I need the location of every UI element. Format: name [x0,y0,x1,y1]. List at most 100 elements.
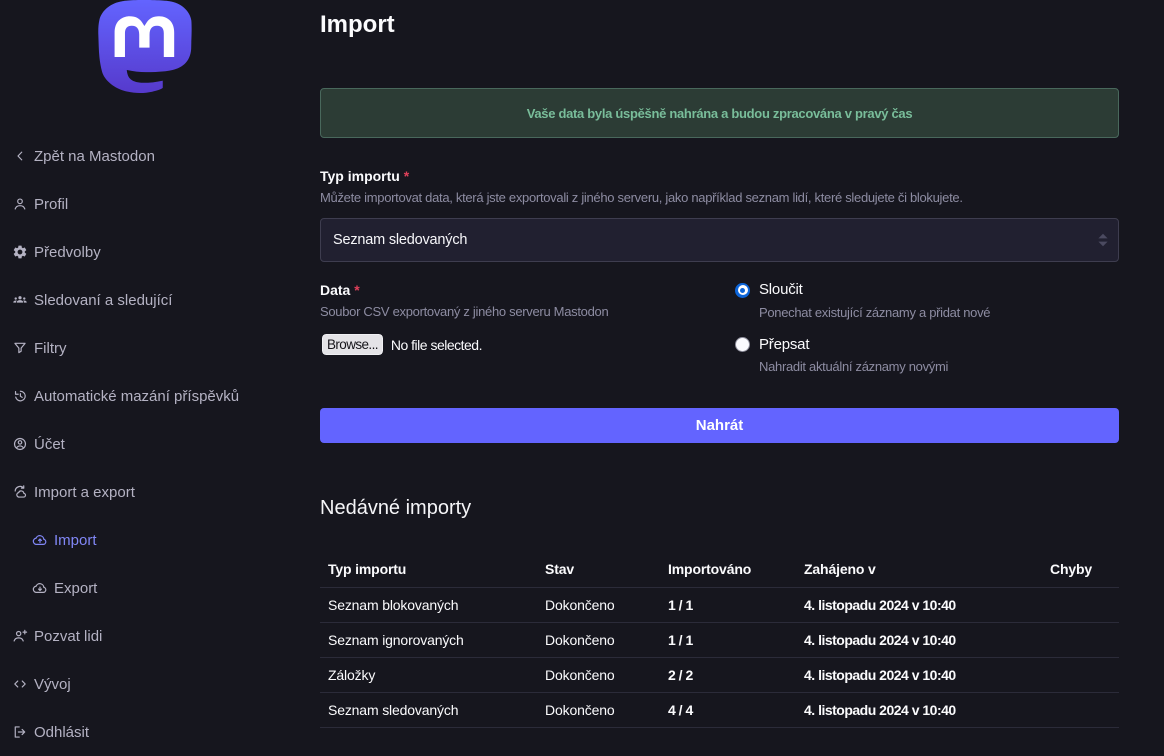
required-asterisk: * [404,168,409,184]
table-cell [1042,692,1119,727]
radio-hint: Ponechat existující záznamy a přidat nov… [759,304,990,321]
page-title: Import [320,11,1119,39]
table-cell: 4. listopadu 2024 v 10:40 [796,692,1042,727]
sidebar-item-label: Automatické mazání příspěvků [34,388,239,405]
sidebar-item-profil[interactable]: Profil [0,180,320,228]
table-cell: Dokončeno [537,622,660,657]
table-cell: Seznam blokovaných [320,587,537,622]
sidebar: Zpět na Mastodon Profil Předvolby Sledovaní… [0,0,320,756]
upload-button[interactable]: Nahrát [320,408,1119,443]
table-cell: 4. listopadu 2024 v 10:40 [796,587,1042,622]
table-cell [1042,657,1119,692]
table-cell: Seznam ignorovaných [320,622,537,657]
radio-label[interactable]: Přepsat [759,336,948,353]
table-cell: Záložky [320,657,537,692]
person-add-icon [12,628,28,644]
history-icon [12,388,28,404]
filter-icon [12,340,28,356]
table-cell [1042,622,1119,657]
table-cell: 1 / 1 [660,622,796,657]
table-cell: Dokončeno [537,657,660,692]
select-arrows-icon [1097,232,1109,248]
data-file-hint: Soubor CSV exportovaný z jiného serveru … [320,303,735,321]
person-icon [12,196,28,212]
browse-button[interactable]: Browse... [322,334,383,355]
column-header: Importováno [660,552,796,587]
radio-unselected[interactable] [735,337,750,352]
radio-option-merge: Sloučit Ponechat existující záznamy a při… [735,281,1119,321]
import-type-selected-value: Seznam sledovaných [333,232,467,248]
cloud-sync-icon [12,484,28,500]
sidebar-item-odhl-sit[interactable]: Odhlásit [0,708,320,756]
main-content: Import Vaše data byla úspěšně nahrána a … [320,0,1119,728]
table-row: Seznam sledovanýchDokončeno4 / 44. listo… [320,692,1119,727]
recent-imports-table: Typ importuStavImportovánoZahájeno vChyb… [320,552,1119,728]
table-cell: 2 / 2 [660,657,796,692]
sidebar-item-pozvat-lidi[interactable]: Pozvat lidi [0,612,320,660]
chevron-left-icon [12,148,28,164]
logout-icon [12,724,28,740]
column-header: Chyby [1042,552,1119,587]
sidebar-item-export[interactable]: Export [0,564,320,612]
required-asterisk: * [354,282,359,298]
table-cell: 4 / 4 [660,692,796,727]
sidebar-item-label: Předvolby [34,244,101,261]
sidebar-item-import-a-export[interactable]: Import a export [0,468,320,516]
flash-success-text: Vaše data byla úspěšně nahrána a budou z… [527,106,913,121]
table-row: Seznam ignorovanýchDokončeno1 / 14. list… [320,622,1119,657]
cloud-download-icon [32,580,48,596]
sidebar-item-label: Import a export [34,484,135,501]
sidebar-item-label: Import [54,532,97,549]
sidebar-item-import[interactable]: Import [0,516,320,564]
import-type-select[interactable]: Seznam sledovaných [320,218,1119,262]
radio-option-overwrite: Přepsat Nahradit aktuální záznamy novými [735,336,1119,376]
sidebar-item-label: Filtry [34,340,67,357]
file-input: Browse... No file selected. [320,334,735,355]
recent-imports-title: Nedávné importy [320,494,1119,522]
sidebar-item-label: Pozvat lidi [34,628,102,645]
table-cell: 1 / 1 [660,587,796,622]
sidebar-item-label: Odhlásit [34,724,89,741]
people-icon [12,292,28,308]
table-cell: 4. listopadu 2024 v 10:40 [796,622,1042,657]
sidebar-item-label: Profil [34,196,68,213]
column-header: Stav [537,552,660,587]
sidebar-item-label: Zpět na Mastodon [34,148,155,165]
import-type-hint: Můžete importovat data, která jste expor… [320,189,1119,207]
sidebar-item-label: Export [54,580,97,597]
table-cell: Dokončeno [537,587,660,622]
table-row: Seznam blokovanýchDokončeno1 / 14. listo… [320,587,1119,622]
table-cell [1042,587,1119,622]
column-header: Zahájeno v [796,552,1042,587]
table-cell: Seznam sledovaných [320,692,537,727]
code-icon [12,676,28,692]
import-type-label: Typ importu * [320,167,1119,185]
gear-icon [12,244,28,260]
sidebar-item-label: Sledovaní a sledující [34,292,172,309]
sidebar-item-zp-t-na-mastodon[interactable]: Zpět na Mastodon [0,132,320,180]
table-cell: 4. listopadu 2024 v 10:40 [796,657,1042,692]
file-status-text: No file selected. [391,337,482,353]
sidebar-item-filtry[interactable]: Filtry [0,324,320,372]
table-header-row: Typ importuStavImportovánoZahájeno vChyb… [320,552,1119,587]
sidebar-item-label: Vývoj [34,676,71,693]
table-cell: Dokončeno [537,692,660,727]
sidebar-item-label: Účet [34,436,65,453]
mastodon-logo[interactable] [93,0,197,93]
radio-selected[interactable] [735,283,750,298]
table-row: ZáložkyDokončeno2 / 24. listopadu 2024 v… [320,657,1119,692]
sidebar-nav: Zpět na Mastodon Profil Předvolby Sledovaní… [0,132,320,756]
radio-hint: Nahradit aktuální záznamy novými [759,358,948,375]
account-circle-icon [12,436,28,452]
sidebar-item-p-edvolby[interactable]: Předvolby [0,228,320,276]
cloud-upload-icon [32,532,48,548]
flash-success-banner: Vaše data byla úspěšně nahrána a budou z… [320,88,1119,138]
sidebar-item-automatick-maz-n-p-sp-vk[interactable]: Automatické mazání příspěvků [0,372,320,420]
data-file-label: Data * [320,281,735,299]
sidebar-item-v-voj[interactable]: Vývoj [0,660,320,708]
duplicate-handling-radio-group: Sloučit Ponechat existující záznamy a při… [735,281,1119,375]
column-header: Typ importu [320,552,537,587]
sidebar-item-sledovan-a-sleduj-c[interactable]: Sledovaní a sledující [0,276,320,324]
sidebar-item-et[interactable]: Účet [0,420,320,468]
radio-label[interactable]: Sloučit [759,281,990,298]
